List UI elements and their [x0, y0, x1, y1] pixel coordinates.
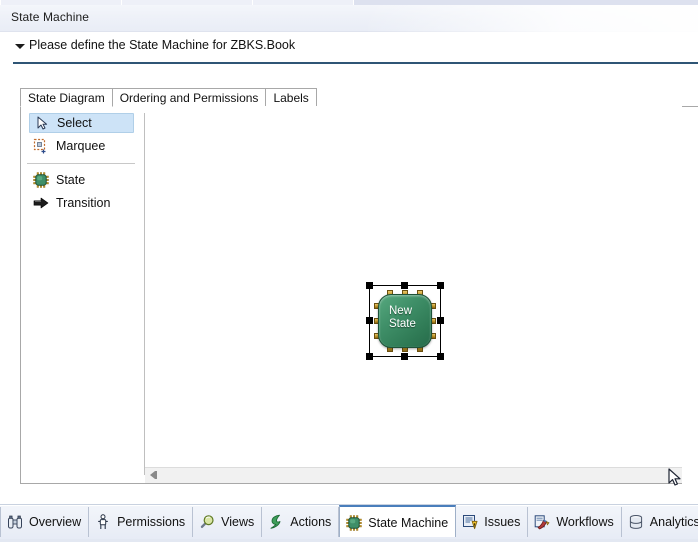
resize-handle-se[interactable] — [437, 353, 444, 360]
issues-icon — [462, 514, 478, 530]
bottom-tab-views[interactable]: Views — [193, 507, 263, 537]
bottom-tab-workflows[interactable]: Workflows — [528, 507, 622, 537]
person-lock-icon — [95, 514, 111, 530]
workflows-icon — [534, 514, 550, 530]
scroll-left-arrow-stem — [155, 471, 157, 479]
resize-handle-sw[interactable] — [366, 353, 373, 360]
resize-handle-e[interactable] — [437, 317, 444, 324]
state-node-label-line1: New — [389, 305, 413, 317]
bottom-tab-analytics[interactable]: Analytics — [622, 507, 698, 537]
bottom-tab-permissions[interactable]: Permissions — [89, 507, 194, 537]
bottom-tab-label: Views — [221, 515, 255, 529]
bottom-tab-bar: Overview Permissions Views Actions State… — [0, 504, 698, 542]
resize-handle-s[interactable] — [401, 353, 408, 360]
chip-body: New State — [378, 294, 432, 348]
page-title: State Machine — [11, 10, 90, 24]
marquee-select-icon — [33, 138, 49, 154]
bottom-tab-overview[interactable]: Overview — [0, 507, 90, 537]
palette-item-label: Transition — [56, 196, 111, 210]
canvas-horizontal-scrollbar[interactable] — [145, 467, 682, 483]
database-icon — [628, 514, 644, 530]
triangle-down-icon[interactable] — [15, 44, 25, 49]
chip-icon: New State — [374, 290, 436, 352]
bottom-tab-actions[interactable]: Actions — [262, 507, 340, 537]
resize-handle-ne[interactable] — [437, 282, 444, 289]
bottom-tab-state-machine[interactable]: State Machine — [339, 505, 457, 537]
resize-handle-w[interactable] — [366, 317, 373, 324]
bottom-tab-label: Actions — [290, 515, 332, 529]
palette-item-label: Select — [57, 116, 92, 130]
palette-item-state[interactable]: State — [29, 170, 134, 190]
resize-handle-nw[interactable] — [366, 282, 373, 289]
palette-item-marquee[interactable]: Marquee — [29, 136, 134, 156]
inner-tab-bar: State Diagram Ordering and Permissions L… — [20, 87, 698, 107]
main-panel: State Diagram Ordering and Permissions L… — [0, 64, 698, 504]
bottom-tab-issues[interactable]: Issues — [456, 507, 529, 537]
lightning-icon — [268, 514, 284, 530]
tab-state-diagram[interactable]: State Diagram — [20, 88, 113, 107]
cursor-arrow-icon — [34, 115, 50, 131]
resize-handle-n[interactable] — [401, 282, 408, 289]
inner-tab-filler — [315, 87, 698, 107]
state-diagram-canvas[interactable]: New State — [145, 106, 682, 482]
window-header: State Machine — [0, 5, 698, 32]
state-node-label-line2: State — [389, 318, 416, 330]
chip-icon — [346, 515, 362, 531]
header-sheen — [368, 5, 698, 32]
palette-divider — [27, 163, 135, 164]
bottom-tab-label: Overview — [29, 515, 82, 529]
right-arrow-icon — [33, 195, 49, 211]
bottom-tab-label: Analytics — [649, 515, 698, 529]
bottom-tab-label: Workflows — [556, 515, 614, 529]
bottom-tab-label: Issues — [484, 515, 521, 529]
state-node-label: New State — [389, 305, 433, 331]
magnifier-icon — [199, 514, 215, 530]
tab-labels[interactable]: Labels — [265, 88, 317, 107]
chip-icon — [33, 172, 49, 188]
palette-item-label: State — [56, 173, 86, 187]
description-text: Please define the State Machine for ZBKS… — [29, 38, 296, 52]
state-node[interactable]: New State — [366, 282, 444, 360]
binoculars-icon — [7, 514, 23, 530]
bottom-tab-label: Permissions — [117, 515, 186, 529]
tab-ordering-and-permissions[interactable]: Ordering and Permissions — [111, 88, 267, 107]
palette-item-label: Marquee — [56, 139, 106, 153]
tool-palette: Select Marquee State Transition — [21, 106, 144, 482]
bottom-tab-list: Overview Permissions Views Actions State… — [0, 505, 698, 537]
description-row: Please define the State Machine for ZBKS… — [0, 33, 698, 63]
palette-item-select[interactable]: Select — [29, 113, 134, 133]
state-diagram-panel: Select Marquee State Transition New Stat… — [20, 106, 682, 484]
bottom-tab-label: State Machine — [368, 516, 449, 530]
palette-item-transition[interactable]: Transition — [29, 193, 134, 213]
